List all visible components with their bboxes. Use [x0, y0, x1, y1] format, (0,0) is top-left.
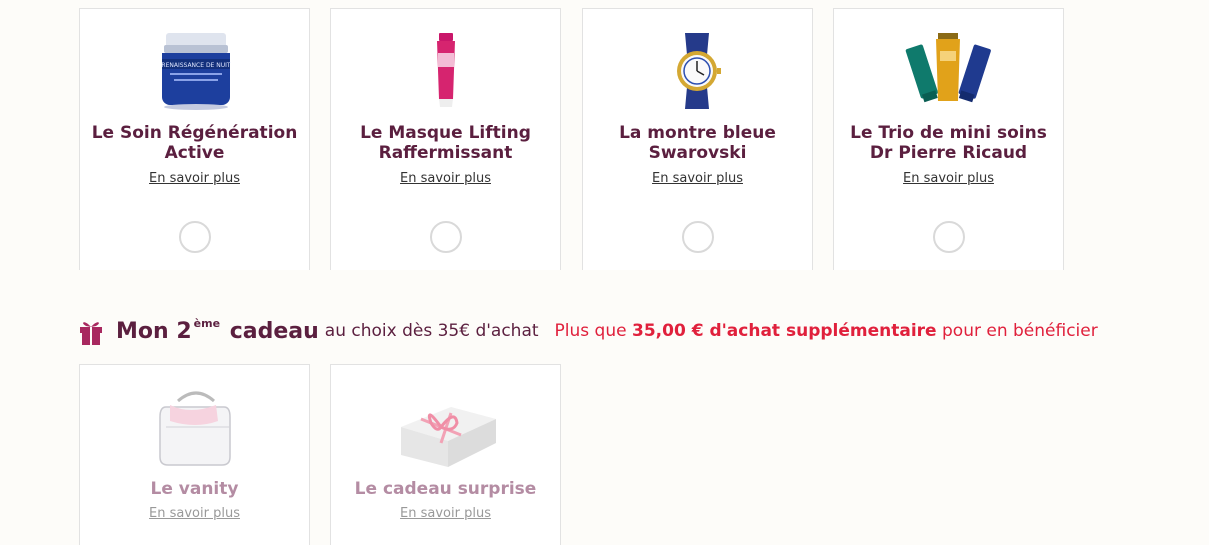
gift-icon: [80, 322, 102, 345]
gift-title: Le Trio de mini soins Dr Pierre Ricaud: [850, 123, 1047, 163]
learn-more-link[interactable]: En savoir plus: [331, 171, 560, 186]
gift-title: Le Soin Régénération Active: [91, 123, 298, 163]
gift-card[interactable]: Le Masque Lifting Raffermissant En savoi…: [330, 8, 561, 270]
gift-title: La montre bleue Swarovski: [619, 123, 776, 163]
threshold-note: Plus que 35,00 € d'achat supplémentaire …: [555, 321, 1098, 341]
gift-card[interactable]: Le vanity En savoir plus: [79, 364, 310, 545]
heading-sup: ème: [193, 317, 221, 331]
mini-tubes-trio-image: [905, 33, 991, 103]
note-suffix: pour en bénéficier: [942, 321, 1098, 341]
select-radio[interactable]: [932, 221, 965, 253]
select-radio[interactable]: [178, 221, 211, 253]
note-prefix: Plus que: [554, 321, 627, 341]
select-radio[interactable]: [429, 221, 462, 253]
gift-title: Le cadeau surprise: [354, 479, 537, 499]
cream-jar-image: RENAISSANCE DE NUIT: [161, 33, 230, 110]
vanity-bag-image: [158, 391, 231, 466]
gift-box-image: [400, 407, 496, 467]
note-amount: 35,00 € d'achat supplémentaire: [632, 321, 937, 341]
learn-more-link[interactable]: En savoir plus: [834, 171, 1063, 186]
gift-title: Le Masque Lifting Raffermissant: [360, 123, 531, 163]
heading-title: Mon 2 ème cadeau: [116, 317, 319, 344]
gift-card[interactable]: Le cadeau surprise En savoir plus: [330, 364, 561, 545]
gift-title: Le vanity: [150, 479, 239, 499]
mask-tube-image: [436, 33, 455, 107]
blue-watch-image: [676, 33, 721, 109]
heading-subtitle: au choix dès 35€ d'achat: [324, 321, 539, 341]
jar-label: RENAISSANCE DE NUIT: [161, 62, 230, 69]
gift-card[interactable]: Le Trio de mini soins Dr Pierre Ricaud E…: [833, 8, 1064, 270]
select-radio[interactable]: [681, 221, 714, 253]
heading-word: cadeau: [229, 318, 319, 344]
learn-more-link[interactable]: En savoir plus: [583, 171, 812, 186]
gift-card[interactable]: RENAISSANCE DE NUIT Le Soin Régénération…: [79, 8, 310, 270]
second-gift-heading: Mon 2 ème cadeau au choix dès 35€ d'achat…: [78, 314, 1098, 348]
gift-card[interactable]: La montre bleue Swarovski En savoir plus: [582, 8, 813, 270]
learn-more-link[interactable]: En savoir plus: [80, 171, 309, 186]
heading-text: Mon 2: [116, 318, 192, 344]
learn-more-link[interactable]: En savoir plus: [80, 506, 309, 521]
learn-more-link[interactable]: En savoir plus: [331, 506, 560, 521]
